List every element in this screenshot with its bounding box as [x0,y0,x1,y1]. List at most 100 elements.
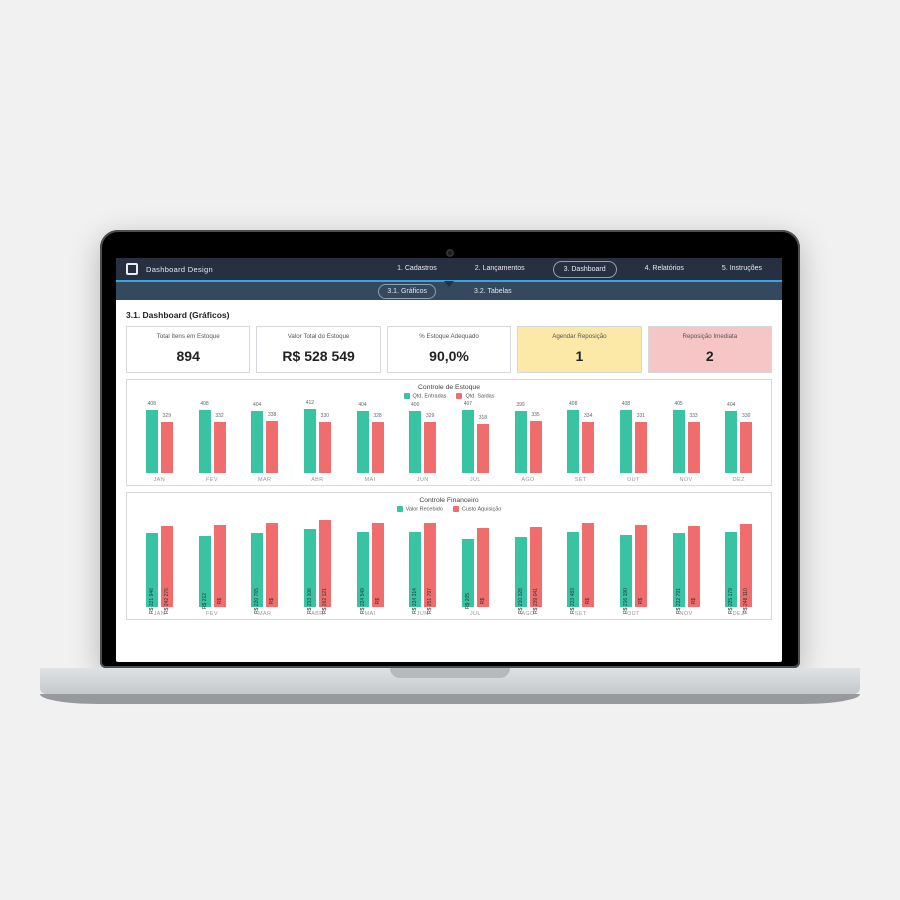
bar-saidas: 338 [266,421,278,474]
bar-recebido: R$ 224 549 [357,532,369,607]
kpi-value: 1 [520,348,638,364]
nav-item-0[interactable]: 1. Cadastros [387,261,447,278]
bar-entradas: 412 [304,409,316,473]
page-title: 3.1. Dashboard (Gráficos) [126,310,772,320]
bar-custo: R$ 262 121 [319,520,331,607]
kpi-label: Reposição Imediata [651,333,769,340]
bar-group: R$ 233 106R$ 262 121ABR [291,517,344,617]
x-label: JUN [417,477,429,483]
bar-group: R$ 212R$ FEV [186,517,239,617]
kpi-card-0: Total Itens em Estoque894 [126,326,250,373]
bar-recebido: R$ 221 946 [146,533,158,607]
chart-estoque: Controle de Estoque Qtd. Entradas Qtd. S… [126,379,772,486]
chart-body: 408329JAN408332FEV404338MAR412330ABR4043… [133,403,765,483]
bar-group: R$ 221 946R$ 242 276JAN [133,517,186,617]
x-label: FEV [206,611,218,617]
chart-legend: Valor Recebido Custo Aquisição [133,506,765,512]
x-label: MAI [365,477,376,483]
x-label: JUL [470,477,481,483]
bar-group: 408329 JAN [133,403,186,483]
bar-group: 408334SET [554,403,607,483]
bar-entradas: 404 [357,411,369,474]
chart-title: Controle Financeiro [133,497,765,504]
laptop-mockup: Dashboard Design 1. Cadastros 2. Lançamen… [100,230,800,704]
x-label: SET [575,611,587,617]
kpi-card-4: Reposição Imediata2 [648,326,772,373]
bar-custo: R$ [635,525,647,607]
bar-group: 407318 JUL [449,403,502,483]
x-label: JAN [154,477,166,483]
bar-custo: R$ 251 797 [424,523,436,607]
bar-entradas: 407 [462,410,474,473]
laptop-base [40,668,860,704]
bar-group: R$ 216 190R$OUT [607,517,660,617]
bar-group: 408332FEV [186,403,239,483]
bar-group: 404338MAR [238,403,291,483]
bar-entradas: 405 [673,410,685,473]
x-label: MAR [258,477,271,483]
x-label: MAI [365,611,376,617]
subtab-graficos[interactable]: 3.1. Gráficos [378,284,436,299]
bar-saidas: 330 [319,422,331,473]
bar-group: 404330DEZ [712,403,765,483]
bar-custo: R$ [266,523,278,607]
nav-item-1[interactable]: 2. Lançamentos [465,261,535,278]
logo-icon [126,263,138,275]
bar-custo: R$ [372,523,384,607]
bar-group: R$ 224 314R$ 251 797JUN [396,517,449,617]
bar-saidas: 328 [372,422,384,473]
bar-entradas: 399 [515,411,527,473]
bar-custo: R$ [582,523,594,607]
bar-custo: R$ 239 041 [530,527,542,607]
app-title: Dashboard Design [146,265,213,274]
tab-indicator-icon [444,281,454,287]
bar-group: R$ 224 549R$ MAI [344,517,397,617]
bar-group: 412330 ABR [291,403,344,483]
subtab-tabelas[interactable]: 3.2. Tabelas [466,285,520,298]
bar-group: 404328 MAI [344,403,397,483]
bar-saidas: 335 [530,421,542,473]
nav-item-4[interactable]: 5. Instruções [712,261,772,278]
bar-saidas: 329 [161,422,173,473]
kpi-card-3: Agendar Reposição1 [517,326,641,373]
chart-legend: Qtd. Entradas Qtd. Saídas [133,393,765,399]
bar-saidas: 331 [635,422,647,473]
bar-saidas: 330 [740,422,752,473]
screen-bezel: Dashboard Design 1. Cadastros 2. Lançamen… [100,230,800,668]
camera-icon [446,249,454,257]
kpi-cards: Total Itens em Estoque894 Valor Total do … [126,326,772,373]
bar-entradas: 408 [146,410,158,473]
kpi-value: R$ 528 549 [259,348,377,364]
bar-group: R$ 223 483R$SET [554,517,607,617]
bar-recebido: R$ 222 791 [673,533,685,607]
bar-group: R$ 222 791R$NOV [660,517,713,617]
chart-title: Controle de Estoque [133,384,765,391]
bar-entradas: 408 [199,410,211,473]
bar-group: 400329 JUN [396,403,449,483]
bar-recebido: R$ 220 765 [251,533,263,607]
bar-recebido: R$ 216 190 [620,535,632,607]
bar-custo: R$ [688,526,700,607]
bar-group: 399335AGO [502,403,555,483]
nav-item-2[interactable]: 3. Dashboard [553,261,617,278]
x-label: ABR [311,477,324,483]
bar-recebido: R$ 224 314 [409,532,421,607]
x-label: JUL [470,611,481,617]
kpi-value: 894 [129,348,247,364]
kpi-card-2: % Estoque Adequado90,0% [387,326,511,373]
bar-recebido: R$ 212 [199,536,211,607]
bar-saidas: 318 [477,424,489,473]
kpi-label: Valor Total do Estoque [259,333,377,340]
bar-group: R$ 225 179R$ 248 110DEZ [712,517,765,617]
bar-group: 408331OUT [607,403,660,483]
bar-entradas: 408 [620,410,632,473]
chart-financeiro: Controle Financeiro Valor Recebido Custo… [126,492,772,619]
bar-custo: R$ [214,525,226,607]
bar-saidas: 334 [582,422,594,474]
bar-saidas: 329 [424,422,436,473]
nav-item-3[interactable]: 4. Relatórios [635,261,694,278]
bar-recebido: R$ 210 328 [515,537,527,607]
chart-body: R$ 221 946R$ 242 276JANR$ 212R$FEVR$ 220… [133,517,765,617]
bar-entradas: 400 [409,411,421,473]
bar-recebido: R$ 233 106 [304,529,316,607]
